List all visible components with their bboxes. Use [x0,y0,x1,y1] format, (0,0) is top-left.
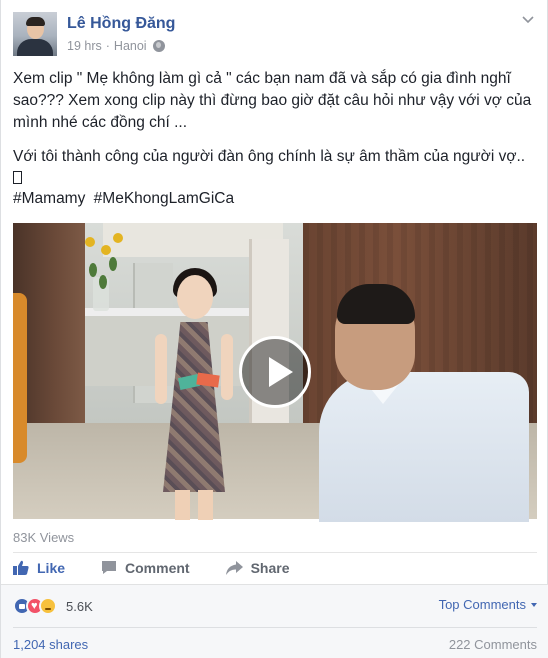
share-button[interactable]: Share [225,559,290,576]
post-location[interactable]: Hanoi [114,39,147,53]
reactions-summary[interactable]: 5.6K [13,597,93,615]
hashtag[interactable]: #MeKhongLamGiCa [94,190,234,207]
action-bar: Like Comment Share [13,552,537,582]
missing-glyph-icon [13,171,22,184]
hashtags: #Mamamy #MeKhongLamGiCa [13,190,238,208]
comment-label: Comment [125,559,190,576]
post-footer: 5.6K Top Comments 1,204 shares 222 Comme… [1,584,548,658]
globe-icon[interactable] [152,40,165,52]
share-label: Share [250,559,290,576]
post-card: Lê Hồng Đăng 19 hrs · Hanoi Xem clip " M… [0,0,548,658]
author-name[interactable]: Lê Hồng Đăng [67,15,175,33]
like-label: Like [37,559,66,576]
chevron-down-icon[interactable] [521,12,535,26]
view-count: 83K Views [13,530,75,545]
shares-count[interactable]: 1,204 shares [13,637,88,652]
share-icon [225,560,243,575]
hashtag[interactable]: #Mamamy [13,190,85,207]
avatar[interactable] [13,12,57,56]
top-comments-label: Top Comments [438,597,526,612]
comment-icon [102,561,117,574]
like-button[interactable]: Like [13,560,65,576]
comments-count[interactable]: 222 Comments [449,637,537,652]
chevron-down-icon [531,602,537,607]
comment-button[interactable]: Comment [101,560,190,576]
meta-separator: · [105,39,110,53]
post-time[interactable]: 19 hrs [67,39,102,53]
post-text: Xem clip " Mẹ không làm gì cả " các bạn … [13,68,539,196]
reaction-sad-icon [39,597,57,615]
reaction-count: 5.6K [66,598,93,614]
like-icon [13,560,29,575]
top-comments-dropdown[interactable]: Top Comments [439,597,537,612]
post-paragraph: Với tôi thành công của người đàn ông chí… [13,146,539,190]
post-meta: 19 hrs · Hanoi [67,39,165,53]
play-icon[interactable] [239,336,311,408]
divider [13,627,537,628]
post-paragraph: Xem clip " Mẹ không làm gì cả " các bạn … [13,70,532,131]
